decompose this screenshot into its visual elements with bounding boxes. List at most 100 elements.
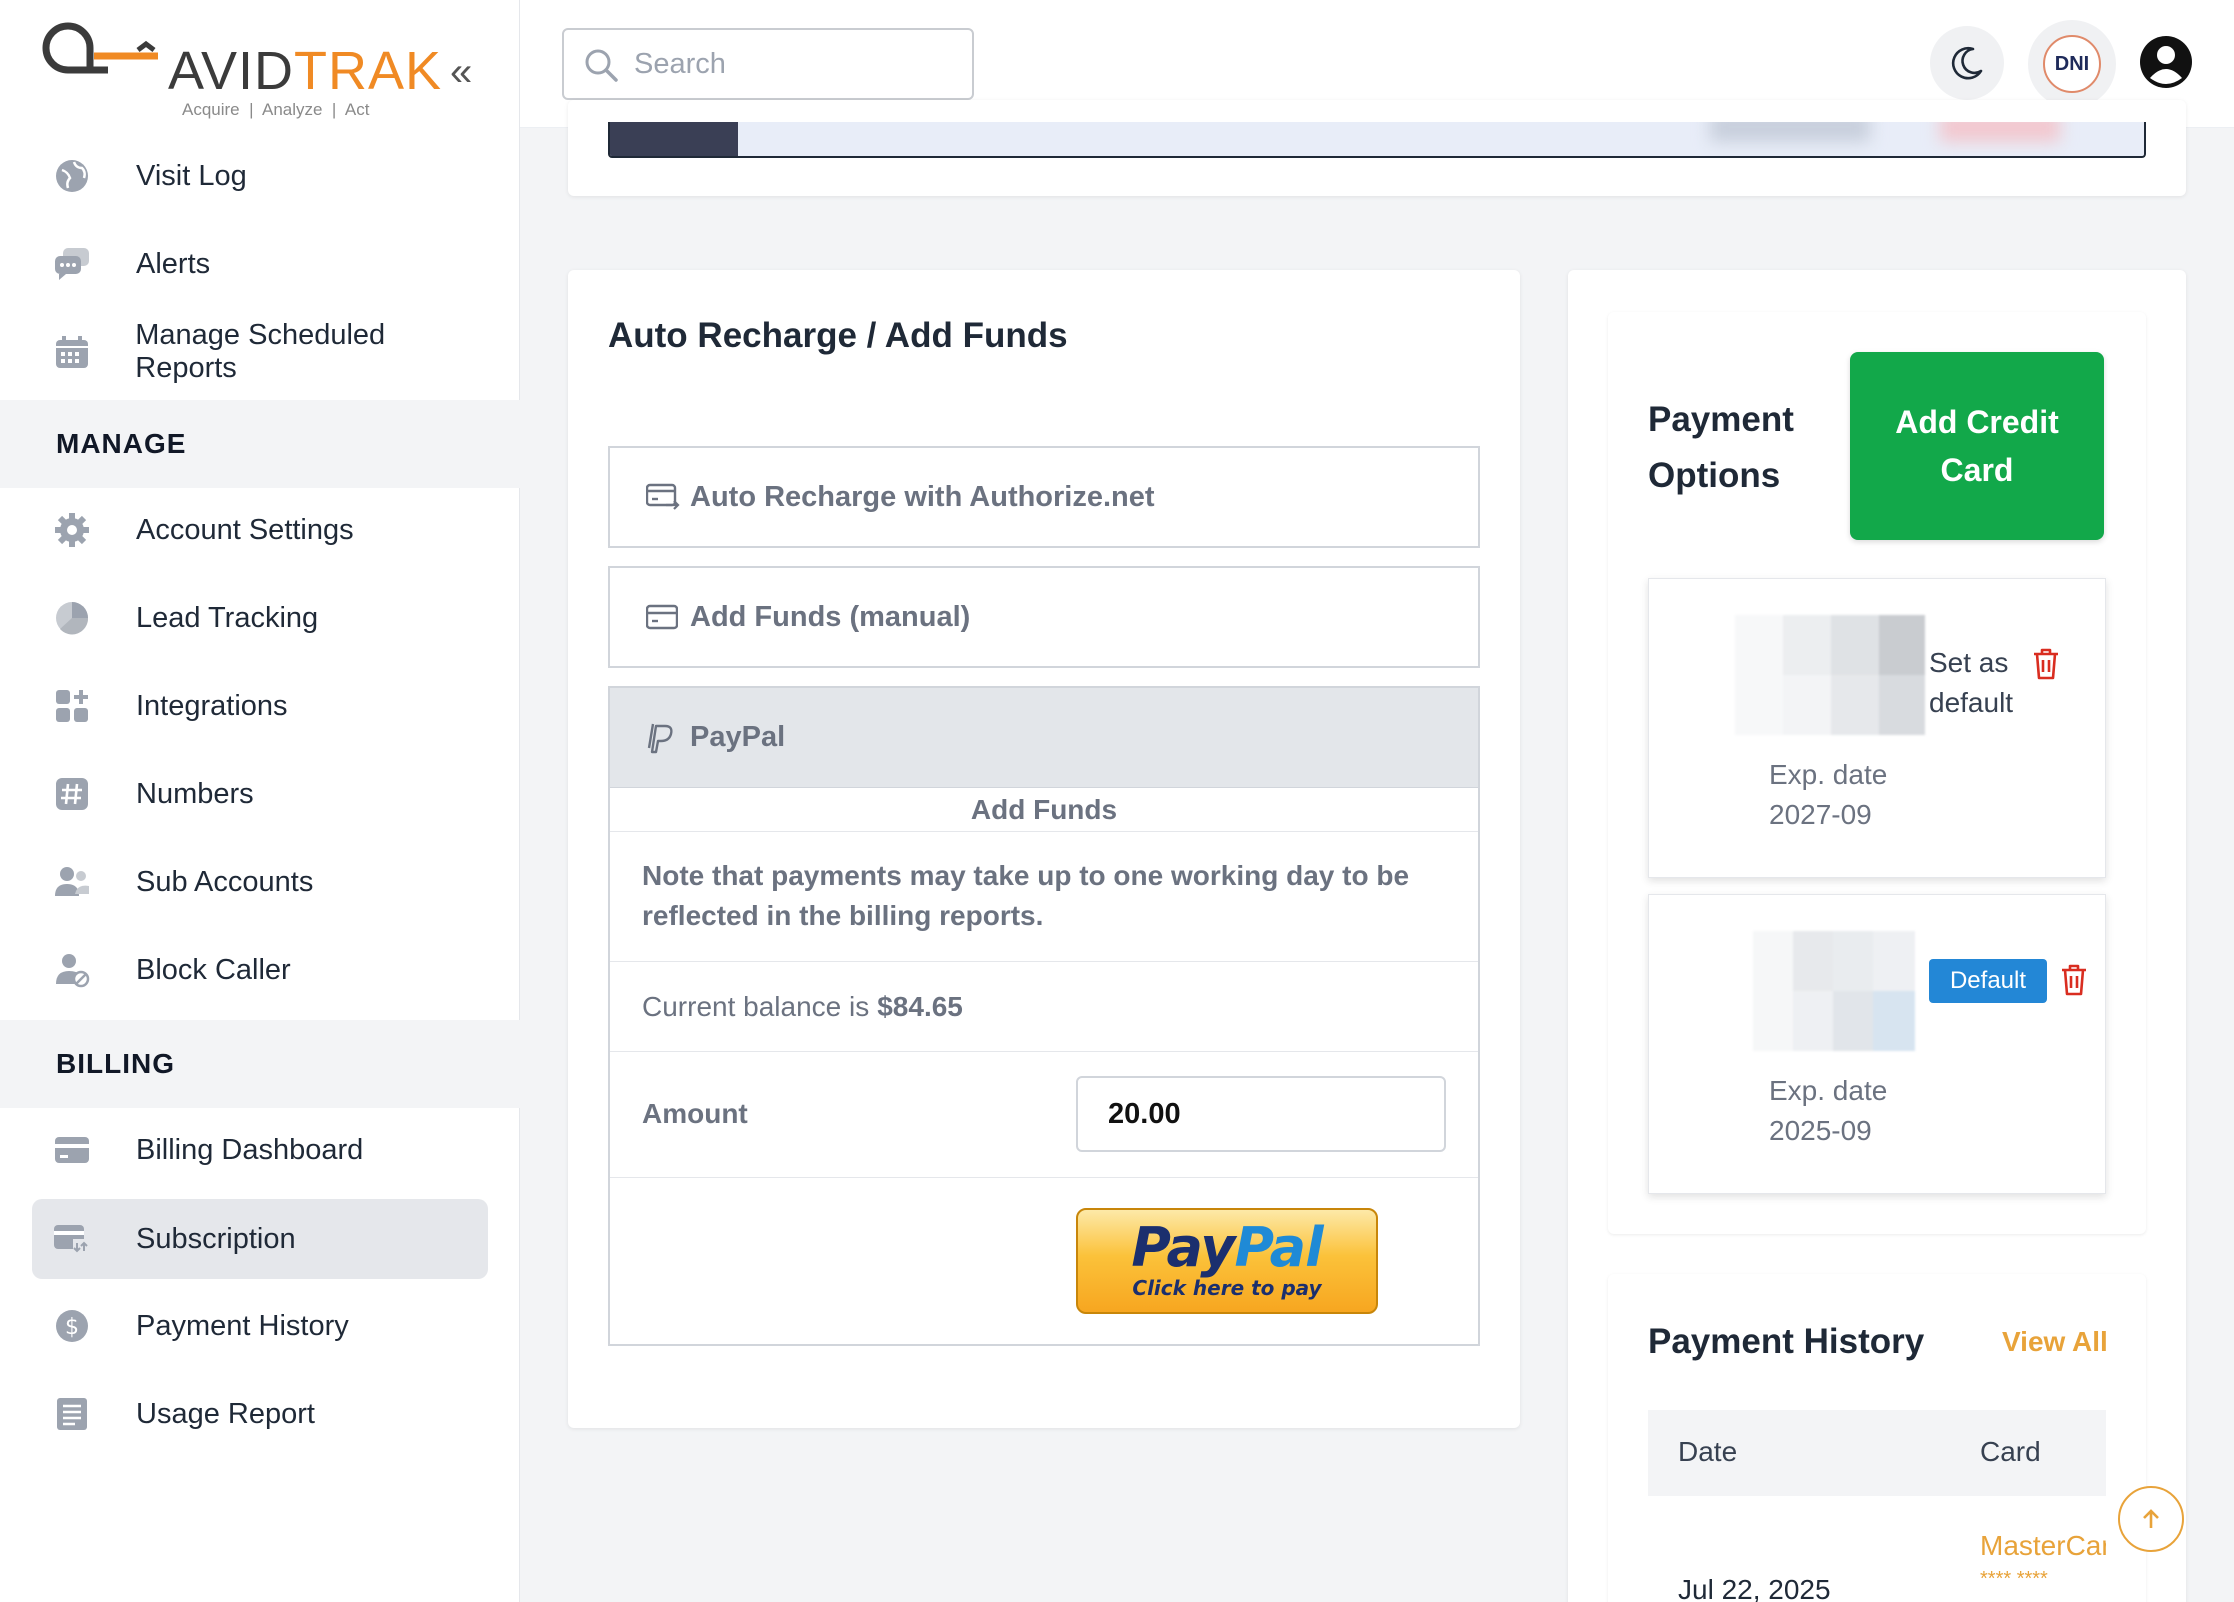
sidebar-item-integrations[interactable]: Integrations [32,666,488,746]
delete-card-icon[interactable] [2059,963,2089,997]
sidebar-item-manage-scheduled-reports[interactable]: Manage Scheduled Reports [32,312,488,392]
column-header-card: Card [1980,1436,2041,1467]
sidebar-item-sub-accounts[interactable]: Sub Accounts [32,842,488,922]
sidebar-item-payment-history[interactable]: $ Payment History [32,1286,488,1366]
subscription-tab-strip [608,122,2146,158]
amount-row: Amount [610,1052,1478,1178]
logo-tagline: Acquire | Analyze | Act [182,100,370,119]
payment-note: Note that payments may take up to one wo… [610,832,1478,962]
card-exp-label: Exp. date [1769,759,1888,790]
sidebar-item-visit-log[interactable]: Visit Log [32,136,488,216]
card-brand-image-blurred [1753,931,1915,1051]
dollar-circle-icon: $ [52,1306,92,1346]
card-exp-label: Exp. date [1769,1075,1888,1106]
payment-options-title: Payment Options [1648,400,1794,495]
right-column-card: Payment Options Add Credit Card Set as d… [1568,270,2186,1602]
globe-icon [52,156,92,196]
apps-icon [52,686,92,726]
add-credit-card-button[interactable]: Add Credit Card [1850,352,2104,540]
balance-prefix: Current balance is [642,990,870,1022]
user-avatar-icon[interactable] [2138,34,2194,90]
sidebar-item-block-caller[interactable]: Block Caller [32,930,488,1010]
dni-button[interactable]: DNI [2028,20,2116,108]
hash-icon [52,774,92,814]
sidebar-item-label: Sub Accounts [136,865,314,898]
paypal-icon [646,721,680,755]
card-exp-value: 2027-09 [1769,799,1872,830]
top-strip-card [568,100,2186,196]
chat-bubbles-icon [52,244,92,284]
add-funds-manual-option[interactable]: Add Funds (manual) [608,566,1480,668]
blurred-content [1940,122,2060,142]
section-header-billing: BILLING [0,1020,520,1108]
blurred-content [1710,122,1870,142]
balance-value: $84.65 [877,990,963,1022]
card-icon [646,600,680,634]
moon-icon [1951,46,1983,80]
search-input[interactable] [634,40,954,88]
auto-recharge-title: Auto Recharge / Add Funds [608,316,1068,355]
payment-history-card: Payment History View All Date Card Jul 2… [1608,1274,2146,1602]
scroll-to-top-button[interactable] [2118,1486,2184,1552]
paypal-logo: PayPal [1131,1216,1323,1279]
logo-wordmark: AVIDTRAK [168,41,443,101]
column-header-date: Date [1678,1436,1738,1467]
sidebar-item-label: Numbers [136,777,254,810]
authorize-option-label: Auto Recharge with Authorize.net [690,480,1155,513]
list-icon [52,1394,92,1434]
credit-card-icon [52,1130,92,1170]
avidtrak-logo[interactable]: AVIDTRAK Acquire | Analyze | Act [38,22,458,126]
current-balance: Current balance is $84.65 [610,962,1478,1052]
sidebar-item-label: Usage Report [136,1397,315,1430]
sidebar-item-label: Lead Tracking [136,601,319,634]
delete-card-icon[interactable] [2031,647,2061,681]
sidebar-item-account-settings[interactable]: Account Settings [32,490,488,570]
paypal-pay-button[interactable]: PayPal Click here to pay [1076,1208,1378,1314]
pie-chart-icon [52,598,92,638]
sidebar-item-label: Block Caller [136,953,291,986]
sidebar-item-label: Subscription [136,1222,296,1255]
payment-card-name: MasterCard [1980,1530,2106,1561]
sidebar-item-subscription[interactable]: Subscription [32,1199,488,1279]
sidebar-item-usage-report[interactable]: Usage Report [32,1374,488,1454]
payment-options-card: Payment Options Add Credit Card Set as d… [1608,312,2146,1234]
sidebar-item-alerts[interactable]: Alerts [32,224,488,304]
section-header-manage: MANAGE [0,400,520,488]
sidebar-item-label: Visit Log [136,159,247,192]
card-sync-icon [646,480,680,514]
dark-mode-toggle[interactable] [1930,26,2004,100]
default-card-badge: Default [1929,959,2047,1003]
card-transfer-icon [52,1219,92,1259]
tab-strip-active-segment [610,122,738,156]
sidebar-item-label: Manage Scheduled Reports [135,319,386,384]
sidebar-item-lead-tracking[interactable]: Lead Tracking [32,578,488,658]
card-exp-value: 2025-09 [1769,1115,1872,1146]
amount-label: Amount [642,1098,748,1129]
paypal-option-header[interactable]: PayPal [610,688,1478,788]
paypal-option-label: PayPal [690,721,786,753]
paypal-click-text: Click here to pay [1132,1276,1322,1300]
sidebar-item-label: Billing Dashboard [136,1133,364,1166]
sidebar-item-label: Account Settings [136,513,354,546]
collapse-sidebar-icon[interactable]: « [450,52,484,92]
view-all-link[interactable]: View All [2002,1326,2108,1358]
sidebar-item-billing-dashboard[interactable]: Billing Dashboard [32,1110,488,1190]
sidebar-item-label: Alerts [136,247,211,280]
search-box[interactable] [562,28,974,100]
users-icon [52,862,92,902]
amount-input[interactable] [1076,1076,1446,1152]
sidebar-item-numbers[interactable]: Numbers [32,754,488,834]
manual-option-label: Add Funds (manual) [690,600,971,633]
sidebar: AVIDTRAK Acquire | Analyze | Act « Visit… [0,0,520,1602]
paypal-subheading: Add Funds [610,788,1478,832]
sidebar-item-label: Payment History [136,1309,349,1342]
auto-recharge-authorize-option[interactable]: Auto Recharge with Authorize.net [608,446,1480,548]
dni-label: DNI [2043,35,2101,93]
calendar-icon [52,332,91,372]
payment-date: Jul 22, 2025 [1678,1574,1831,1602]
search-icon [585,49,618,82]
payment-history-table-header: Date Card [1648,1410,2106,1496]
card-brand-image-blurred [1735,615,1925,735]
arrow-up-icon [2143,1509,2159,1528]
payment-card-mask: **** **** [1980,1568,2048,1590]
